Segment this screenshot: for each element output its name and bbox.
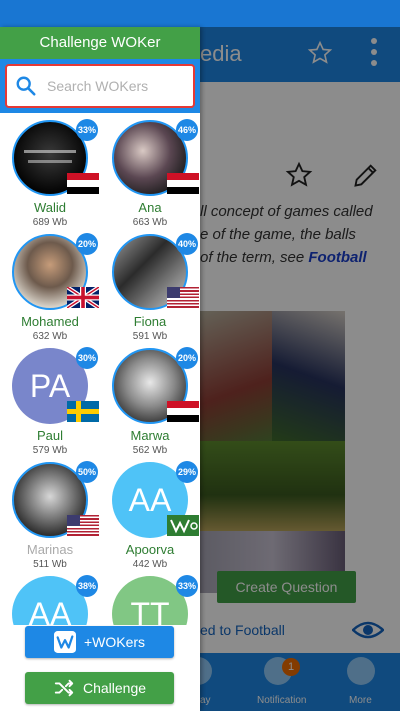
match-percent-badge: 30% (76, 347, 98, 369)
wokers-grid: 33% Walid 689 Wb 46% Ana 663 Wb 20% Moha… (0, 113, 200, 625)
egypt-flag-icon (167, 173, 199, 194)
search-box[interactable] (5, 64, 195, 108)
match-percent-badge: 46% (176, 119, 198, 141)
sweden-flag-icon (67, 401, 99, 422)
user-card-marinas[interactable]: 50% Marinas 511 Wb (0, 455, 100, 570)
user-name: Mohamed (21, 314, 79, 329)
drawer-title: Challenge WOKer (0, 27, 200, 59)
user-card-partial-2[interactable]: TT 33% (100, 569, 200, 625)
search-icon (16, 76, 36, 96)
user-card-fiona[interactable]: 40% Fiona 591 Wb (100, 227, 200, 342)
egypt-flag-icon (167, 401, 199, 422)
user-name: Apoorva (125, 542, 175, 557)
user-card-ana[interactable]: 46% Ana 663 Wb (100, 113, 200, 228)
avatar-initials: PA (29, 367, 71, 404)
user-card-mohamed[interactable]: 20% Mohamed 632 Wb (0, 227, 100, 342)
usa-flag-icon (167, 287, 199, 308)
challenge-button[interactable]: Challenge (25, 672, 174, 704)
challenge-drawer: Challenge WOKer 33% Walid 689 Wb 46% Ana… (0, 27, 200, 711)
avatar-initials: TT (130, 595, 170, 626)
match-percent-badge: 20% (176, 347, 198, 369)
usa-flag-icon (67, 515, 99, 536)
user-name: Paul (36, 428, 64, 443)
match-percent-badge: 33% (76, 119, 98, 141)
user-name: Walid (33, 200, 67, 215)
match-percent-badge: 20% (76, 233, 98, 255)
user-card-paul[interactable]: PA 30% Paul 579 Wb (0, 341, 100, 456)
user-name: Fiona (133, 314, 167, 329)
shuffle-icon (54, 679, 74, 697)
match-percent-badge: 29% (176, 461, 198, 483)
user-name: Ana (138, 200, 162, 215)
challenge-label: Challenge (82, 680, 147, 696)
status-bar (0, 0, 400, 27)
uk-flag-icon (67, 287, 99, 308)
wok-w-logo-icon (53, 631, 76, 653)
user-card-walid[interactable]: 33% Walid 689 Wb (0, 113, 100, 228)
egypt-flag-icon (67, 173, 99, 194)
user-card-apoorva[interactable]: AA 29% Apoorva 442 Wb (100, 455, 200, 570)
wok-logo-icon (167, 515, 199, 536)
avatar-initials: AA (128, 481, 172, 518)
match-percent-badge: 33% (176, 575, 198, 597)
user-card-partial-1[interactable]: AA 38% (0, 569, 100, 625)
search-input[interactable] (47, 72, 187, 100)
add-wokers-label: +WOKers (83, 634, 146, 650)
user-name: Marinas (26, 542, 74, 557)
user-name: Marwa (130, 428, 170, 443)
match-percent-badge: 40% (176, 233, 198, 255)
add-wokers-button[interactable]: +WOKers (25, 626, 174, 658)
avatar-initials: AA (28, 595, 72, 626)
match-percent-badge: 38% (76, 575, 98, 597)
search-bar (0, 59, 200, 113)
user-card-marwa[interactable]: 20% Marwa 562 Wb (100, 341, 200, 456)
match-percent-badge: 50% (76, 461, 98, 483)
